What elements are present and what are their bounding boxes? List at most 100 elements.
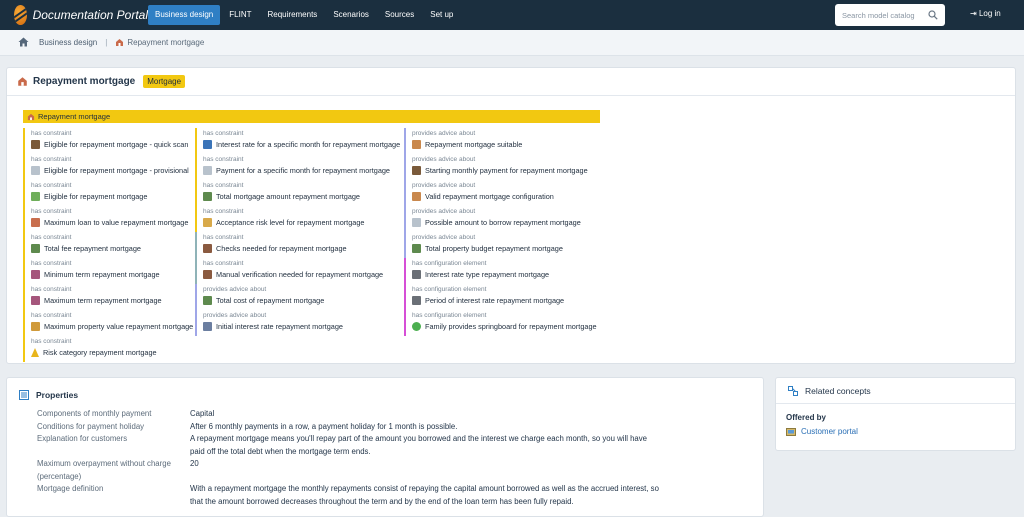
related-concepts-card: Related concepts Offered by Customer por… xyxy=(775,377,1016,451)
relation-target-link[interactable]: Total mortgage amount repayment mortgage xyxy=(203,190,403,203)
relation-target-link[interactable]: Eligible for repayment mortgage - provis… xyxy=(31,164,195,177)
nav-set-up[interactable]: Set up xyxy=(423,5,460,25)
relation-item: has configuration element Period of inter… xyxy=(404,284,600,310)
properties-title: Properties xyxy=(36,390,79,400)
phone-icon xyxy=(412,296,421,305)
search-icon[interactable] xyxy=(925,10,941,20)
relation-item: has constraint Eligible for repayment mor… xyxy=(23,180,195,206)
percent-icon xyxy=(203,322,212,331)
properties-card: Properties Components of monthly payment… xyxy=(6,377,764,517)
login-button[interactable]: ⇥ Log in xyxy=(970,9,1001,18)
concept-card: Repayment mortgage Mortgage Repayment mo… xyxy=(6,67,1016,364)
relation-item: provides advice about Total property budg… xyxy=(404,232,600,258)
relation-item: has constraint Eligible for repayment mor… xyxy=(23,154,195,180)
relation-kind: has constraint xyxy=(203,156,244,163)
relation-kind: has configuration element xyxy=(412,286,487,293)
relation-target-link[interactable]: Minimum term repayment mortgage xyxy=(31,268,195,281)
nav-business-design[interactable]: Business design xyxy=(148,5,221,25)
relation-target-label: Maximum term repayment mortgage xyxy=(44,296,162,305)
relation-target-link[interactable]: Total fee repayment mortgage xyxy=(31,242,195,255)
relation-target-link[interactable]: Valid repayment mortgage configuration xyxy=(412,190,600,203)
calendar-icon xyxy=(31,296,40,305)
relation-item: provides advice about Total cost of repay… xyxy=(195,284,403,310)
person-icon xyxy=(203,270,212,279)
relation-kind: has constraint xyxy=(31,286,72,293)
search-input[interactable]: Search model catalog xyxy=(835,4,945,26)
calculator-icon xyxy=(31,244,40,253)
nav-scenarios[interactable]: Scenarios xyxy=(326,5,376,25)
relation-target-link[interactable]: Maximum property value repayment mortgag… xyxy=(31,320,195,333)
relation-item: has constraint Maximum loan to value repa… xyxy=(23,206,195,232)
house-chart-icon xyxy=(31,218,40,227)
relation-target-link[interactable]: Total cost of repayment mortgage xyxy=(203,294,403,307)
relation-target-link[interactable]: Interest rate for a specific month for r… xyxy=(203,138,403,151)
relation-target-link[interactable]: Maximum loan to value repayment mortgage xyxy=(31,216,195,229)
relation-target-label: Repayment mortgage suitable xyxy=(425,140,523,149)
related-icon xyxy=(788,385,798,396)
offered-by-link[interactable]: Customer portal xyxy=(776,422,1015,436)
relation-target-link[interactable]: Repayment mortgage suitable xyxy=(412,138,600,151)
category-badge[interactable]: Mortgage xyxy=(143,75,186,88)
relation-target-link[interactable]: Starting monthly payment for repayment m… xyxy=(412,164,600,177)
relation-kind: has constraint xyxy=(31,208,72,215)
property-key: Conditions for payment holiday xyxy=(37,421,145,431)
relation-target-label: Eligible for repayment mortgage xyxy=(44,192,148,201)
property-value: 20 xyxy=(190,459,199,468)
relation-item: has constraint Checks needed for repaymen… xyxy=(195,232,403,258)
hand-money-icon xyxy=(31,322,40,331)
calendar-icon xyxy=(31,270,40,279)
relation-target-link[interactable]: Risk category repayment mortgage xyxy=(31,346,195,359)
relation-target-label: Initial interest rate repayment mortgage xyxy=(216,322,343,331)
relation-target-link[interactable]: Maximum term repayment mortgage xyxy=(31,294,195,307)
circle-icon xyxy=(412,322,421,331)
relation-target-link[interactable]: Payment for a specific month for repayme… xyxy=(203,164,403,177)
relation-target-label: Eligible for repayment mortgage - provis… xyxy=(44,166,189,175)
page-title: Repayment mortgage xyxy=(33,76,136,87)
home-icon[interactable] xyxy=(18,37,29,49)
relation-item: provides advice about Repayment mortgage … xyxy=(404,128,600,154)
property-row: Conditions for payment holiday After 6 mo… xyxy=(7,421,763,434)
relation-target-link[interactable]: Interest rate type repayment mortgage xyxy=(412,268,600,281)
properties-list: Components of monthly payment Capital Cond… xyxy=(7,400,763,508)
relation-target-link[interactable]: Initial interest rate repayment mortgage xyxy=(203,320,403,333)
relation-target-link[interactable]: Manual verification needed for repayment… xyxy=(203,268,403,281)
nav-sources[interactable]: Sources xyxy=(378,5,421,25)
relation-target-link[interactable]: Period of interest rate repayment mortga… xyxy=(412,294,600,307)
nav-flint[interactable]: FLINT xyxy=(222,5,258,25)
relation-item: has configuration element Family provides… xyxy=(404,310,600,336)
relation-target-link[interactable]: Checks needed for repayment mortgage xyxy=(203,242,403,255)
nav-requirements[interactable]: Requirements xyxy=(261,5,325,25)
logo-icon xyxy=(14,5,27,25)
calculator-icon xyxy=(412,244,421,253)
relation-target-link[interactable]: Family provides springboard for repaymen… xyxy=(412,320,600,333)
relation-item: has constraint Manual verification needed… xyxy=(195,258,403,284)
relation-target-link[interactable]: Possible amount to borrow repayment mort… xyxy=(412,216,600,229)
concept-graph-root-label: Repayment mortgage xyxy=(38,112,111,121)
document-icon xyxy=(412,218,421,227)
relation-target-link[interactable]: Acceptance risk level for repayment mort… xyxy=(203,216,403,229)
relation-target-link[interactable]: Eligible for repayment mortgage - quick … xyxy=(31,138,195,151)
relation-kind: has constraint xyxy=(31,182,72,189)
breadcrumb-business-design[interactable]: Business design xyxy=(39,38,97,47)
relation-kind: has constraint xyxy=(203,130,244,137)
concept-graph-root[interactable]: Repayment mortgage xyxy=(23,110,600,123)
relation-item: has constraint Eligible for repayment mor… xyxy=(23,128,195,154)
property-key: Maximum overpayment without charge (perc… xyxy=(37,459,171,481)
property-row: Components of monthly payment Capital xyxy=(7,408,763,421)
portal-logo[interactable]: Documentation Portal xyxy=(14,5,148,25)
relation-kind: provides advice about xyxy=(412,234,476,241)
relation-item: has constraint Payment for a specific mon… xyxy=(195,154,403,180)
relation-kind: has constraint xyxy=(203,208,244,215)
relation-target-link[interactable]: Eligible for repayment mortgage xyxy=(31,190,195,203)
related-concepts-title: Related concepts xyxy=(805,385,871,396)
relation-item: has constraint Maximum term repayment mor… xyxy=(23,284,195,310)
gavel-icon xyxy=(412,166,421,175)
relation-kind: has constraint xyxy=(31,156,72,163)
relation-target-link[interactable]: Total property budget repayment mortgage xyxy=(412,242,600,255)
warning-icon xyxy=(31,348,39,357)
relation-target-label: Valid repayment mortgage configuration xyxy=(425,192,554,201)
document-icon xyxy=(31,166,40,175)
relation-target-label: Possible amount to borrow repayment mort… xyxy=(425,218,581,227)
property-value: After 6 monthly payments in a row, a pay… xyxy=(190,421,458,431)
relation-target-label: Interest rate type repayment mortgage xyxy=(425,270,550,279)
